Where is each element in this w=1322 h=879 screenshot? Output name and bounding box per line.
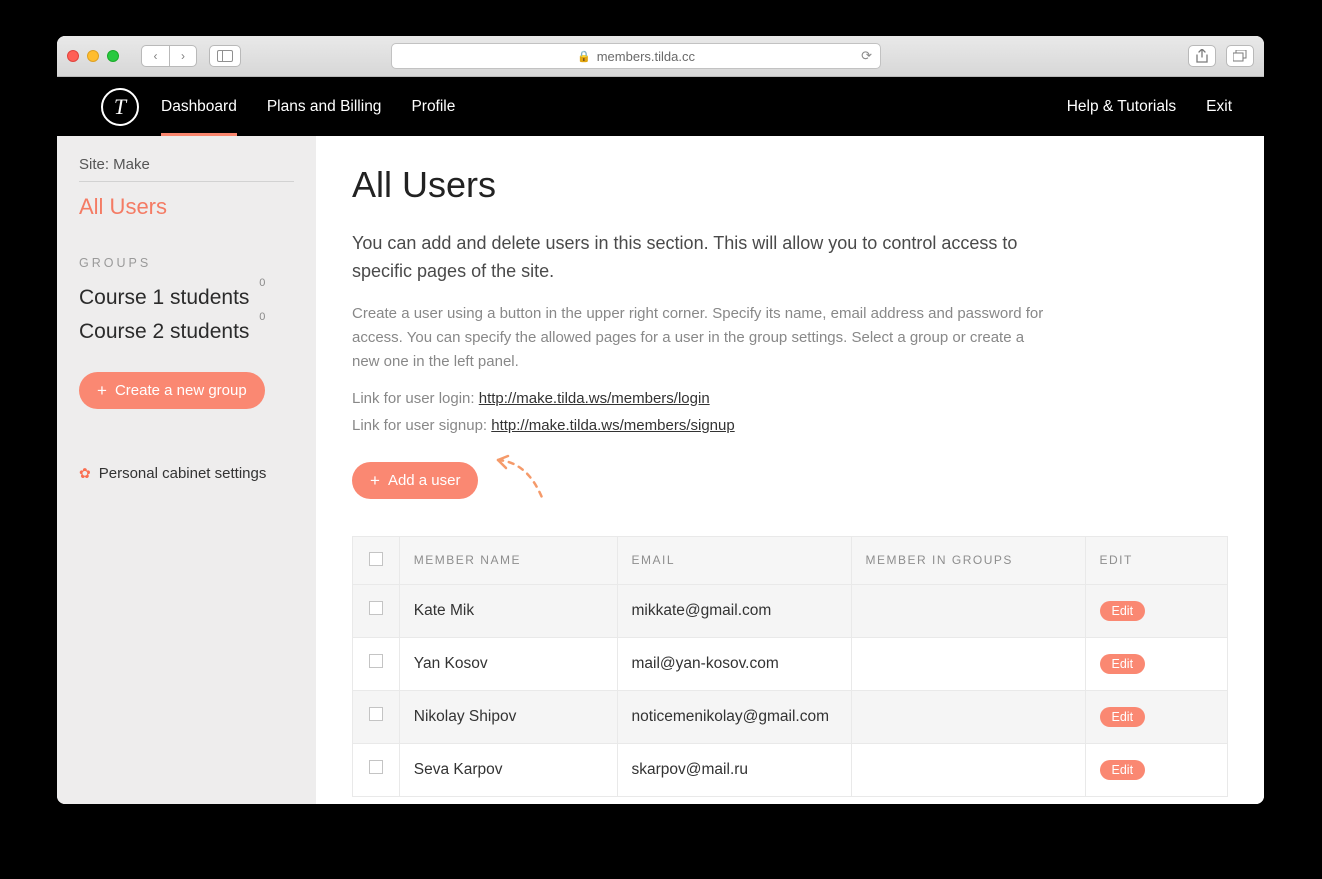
- create-group-button[interactable]: + Create a new group: [79, 372, 265, 409]
- tilda-logo[interactable]: T: [101, 88, 139, 126]
- select-all-checkbox[interactable]: [369, 552, 383, 566]
- nav-forward-button[interactable]: ›: [169, 45, 197, 67]
- add-user-label: Add a user: [388, 472, 461, 489]
- create-group-label: Create a new group: [115, 382, 247, 399]
- th-email: EMAIL: [617, 536, 851, 584]
- main-content: All Users You can add and delete users i…: [316, 136, 1264, 804]
- nav-exit[interactable]: Exit: [1206, 98, 1232, 116]
- cell-email: mikkate@gmail.com: [617, 584, 851, 637]
- edit-button[interactable]: Edit: [1100, 654, 1146, 674]
- cell-member-name: Nikolay Shipov: [399, 690, 617, 743]
- add-user-button[interactable]: + Add a user: [352, 462, 478, 499]
- annotation-arrow-icon: [488, 456, 548, 506]
- login-link-line: Link for user login: http://make.tilda.w…: [352, 390, 1228, 407]
- browser-window: + ‹ › 🔒 members.tilda.cc ⟳: [57, 36, 1264, 804]
- hint-text: Create a user using a button in the uppe…: [352, 302, 1052, 374]
- row-checkbox[interactable]: [369, 707, 383, 721]
- table-row: Yan Kosovmail@yan-kosov.com Edit: [353, 637, 1228, 690]
- nav-plans-billing[interactable]: Plans and Billing: [267, 80, 382, 134]
- personal-cabinet-label: Personal cabinet settings: [99, 465, 267, 482]
- cell-member-groups: [851, 584, 1085, 637]
- sidebar: Site: Make All Users GROUPS Course 1 stu…: [57, 136, 316, 804]
- url-bar[interactable]: 🔒 members.tilda.cc ⟳: [391, 43, 881, 69]
- reload-icon[interactable]: ⟳: [861, 48, 872, 64]
- cell-edit: Edit: [1085, 637, 1227, 690]
- th-edit: EDIT: [1085, 536, 1227, 584]
- cell-member-name: Kate Mik: [399, 584, 617, 637]
- window-minimize-icon[interactable]: [87, 50, 99, 62]
- nav-back-button[interactable]: ‹: [141, 45, 169, 67]
- th-member-groups: MEMBER IN GROUPS: [851, 536, 1085, 584]
- sidebar-group-item[interactable]: Course 2 students 0: [79, 320, 294, 344]
- gear-icon: ✿: [79, 465, 91, 482]
- app-header: T Dashboard Plans and Billing Profile He…: [57, 77, 1264, 136]
- users-table: MEMBER NAME EMAIL MEMBER IN GROUPS EDIT …: [352, 536, 1228, 797]
- nav-profile[interactable]: Profile: [411, 80, 455, 134]
- cell-email: noticemenikolay@gmail.com: [617, 690, 851, 743]
- table-row: Seva Karpovskarpov@mail.ru Edit: [353, 743, 1228, 796]
- personal-cabinet-settings[interactable]: ✿ Personal cabinet settings: [79, 465, 294, 482]
- browser-toolbar: ‹ › 🔒 members.tilda.cc ⟳: [57, 36, 1264, 77]
- share-button[interactable]: [1188, 45, 1216, 67]
- cell-edit: Edit: [1085, 584, 1227, 637]
- login-link[interactable]: http://make.tilda.ws/members/login: [479, 390, 710, 407]
- cell-email: skarpov@mail.ru: [617, 743, 851, 796]
- url-text: members.tilda.cc: [597, 49, 695, 64]
- nav-dashboard[interactable]: Dashboard: [161, 80, 237, 134]
- intro-text: You can add and delete users in this sec…: [352, 230, 1052, 286]
- row-checkbox[interactable]: [369, 654, 383, 668]
- tabs-button[interactable]: [1226, 45, 1254, 67]
- th-member-name: MEMBER NAME: [399, 536, 617, 584]
- edit-button[interactable]: Edit: [1100, 760, 1146, 780]
- sidebar-toggle-button[interactable]: [209, 45, 241, 67]
- cell-member-name: Seva Karpov: [399, 743, 617, 796]
- cell-member-groups: [851, 743, 1085, 796]
- main-nav: Dashboard Plans and Billing Profile: [161, 80, 455, 134]
- cell-member-groups: [851, 690, 1085, 743]
- sidebar-group-item[interactable]: Course 1 students 0: [79, 286, 294, 310]
- cell-edit: Edit: [1085, 690, 1227, 743]
- nav-help-tutorials[interactable]: Help & Tutorials: [1067, 98, 1176, 116]
- window-close-icon[interactable]: [67, 50, 79, 62]
- signup-link[interactable]: http://make.tilda.ws/members/signup: [491, 417, 734, 434]
- cell-email: mail@yan-kosov.com: [617, 637, 851, 690]
- cell-member-name: Yan Kosov: [399, 637, 617, 690]
- sidebar-icon: [217, 50, 233, 62]
- table-row: Kate Mikmikkate@gmail.com Edit: [353, 584, 1228, 637]
- cell-member-groups: [851, 637, 1085, 690]
- row-checkbox[interactable]: [369, 760, 383, 774]
- sidebar-all-users[interactable]: All Users: [79, 194, 294, 220]
- window-zoom-icon[interactable]: [107, 50, 119, 62]
- sidebar-groups-heading: GROUPS: [79, 256, 294, 270]
- lock-icon: 🔒: [577, 50, 591, 63]
- cell-edit: Edit: [1085, 743, 1227, 796]
- row-checkbox[interactable]: [369, 601, 383, 615]
- page-title: All Users: [352, 164, 1228, 206]
- site-label: Site: Make: [79, 156, 294, 173]
- edit-button[interactable]: Edit: [1100, 707, 1146, 727]
- signup-link-line: Link for user signup: http://make.tilda.…: [352, 417, 1228, 434]
- edit-button[interactable]: Edit: [1100, 601, 1146, 621]
- table-row: Nikolay Shipovnoticemenikolay@gmail.com E…: [353, 690, 1228, 743]
